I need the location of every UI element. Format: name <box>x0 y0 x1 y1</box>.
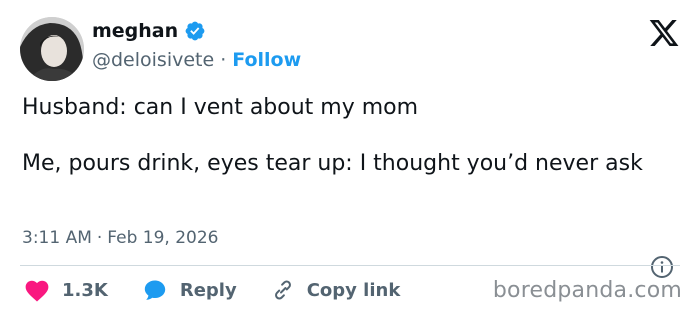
verified-badge-icon <box>185 21 205 41</box>
x-logo-icon[interactable] <box>648 17 680 49</box>
reply-button[interactable]: Reply <box>142 278 237 302</box>
watermark: boredpanda.com <box>492 278 682 303</box>
avatar[interactable] <box>20 17 84 81</box>
handle-separator: · <box>220 49 227 71</box>
avatar-image <box>20 17 84 81</box>
display-name-row: meghan <box>92 19 206 43</box>
timestamp-row: 3:11 AM · Feb 19, 2026 <box>22 228 219 248</box>
tweet-date[interactable]: Feb 19, 2026 <box>107 228 218 248</box>
action-bar: 1.3K Reply Copy link <box>24 276 434 304</box>
heart-icon <box>25 280 49 302</box>
handle[interactable]: @deloisivete <box>92 48 214 72</box>
copy-link-label: Copy link <box>306 279 401 301</box>
follow-button[interactable]: Follow <box>232 48 301 72</box>
timestamp-separator: · <box>96 228 103 248</box>
tweet-card: meghan @deloisivete · Follow Husband: ca… <box>0 0 700 318</box>
tweet-text: Husband: can I vent about my mom Me, pou… <box>22 95 643 176</box>
reply-label: Reply <box>179 279 237 301</box>
divider <box>20 265 680 266</box>
like-button[interactable]: 1.3K <box>24 278 108 302</box>
tweet-time[interactable]: 3:11 AM <box>22 228 92 248</box>
copy-link-button[interactable]: Copy link <box>271 278 401 302</box>
like-count: 1.3K <box>62 279 108 301</box>
speech-bubble-icon <box>144 280 166 300</box>
handle-row: @deloisivete · Follow <box>92 48 301 72</box>
info-icon[interactable] <box>650 255 674 279</box>
display-name[interactable]: meghan <box>92 19 178 43</box>
link-icon <box>274 280 291 300</box>
